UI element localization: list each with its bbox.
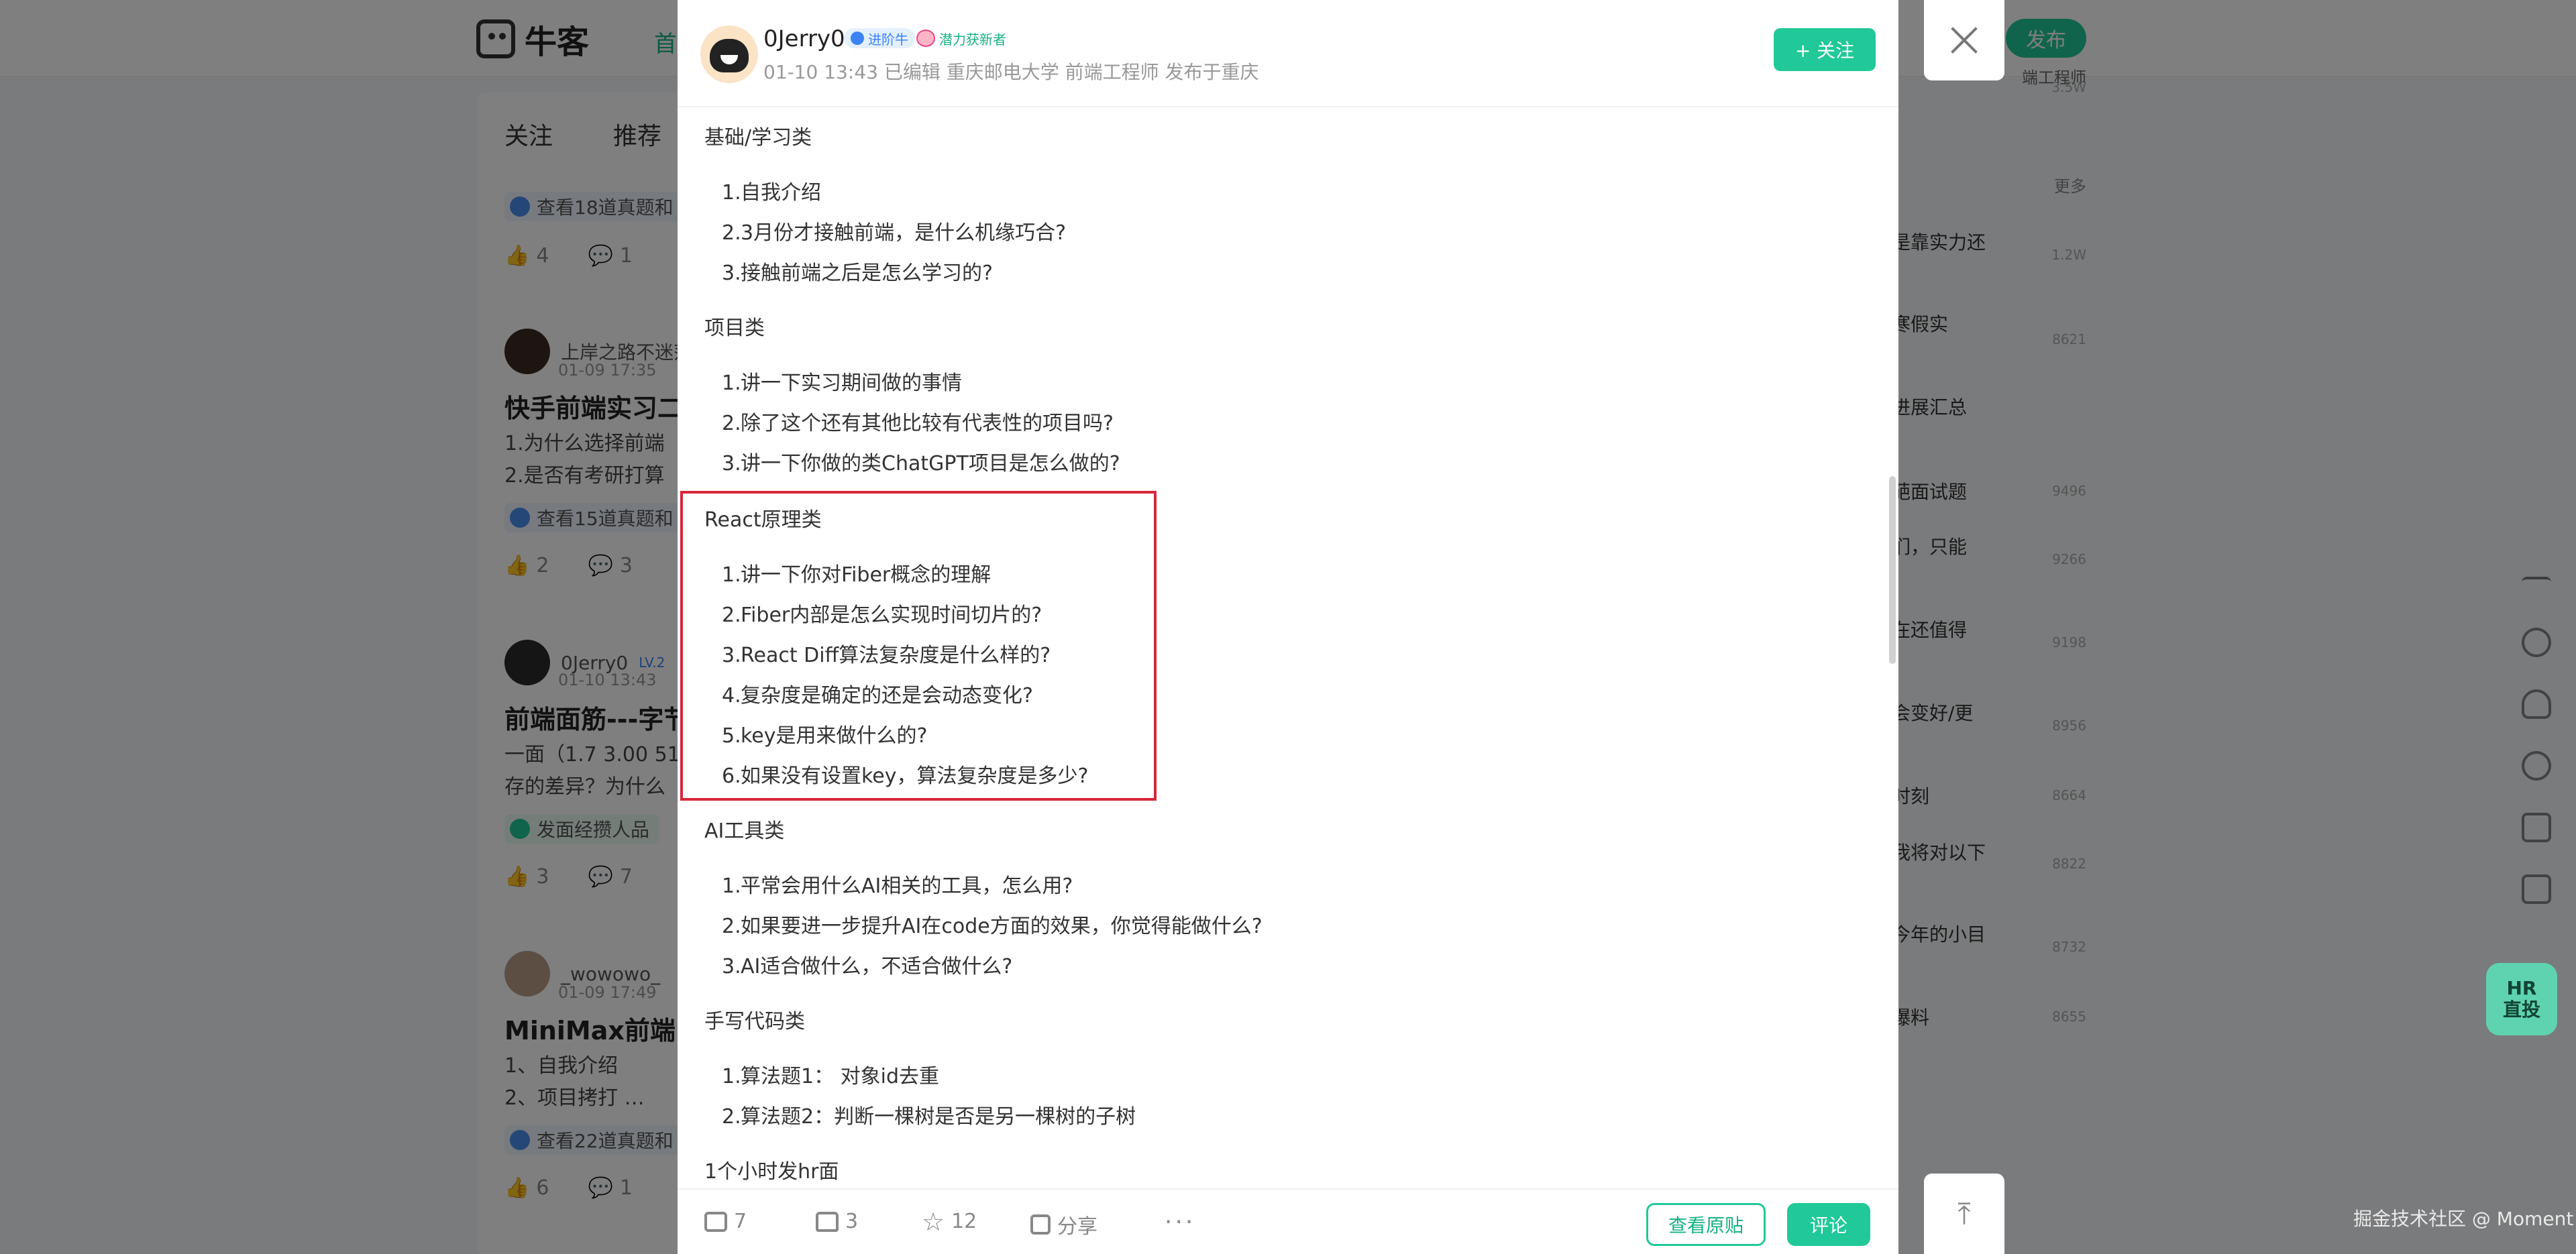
share-button[interactable]: 分享	[1030, 1210, 1097, 1239]
scroll-to-top-button[interactable]: ⤒	[1924, 1174, 2004, 1254]
floating-toolbar	[2513, 577, 2560, 904]
star-icon: ☆	[922, 1206, 945, 1237]
hr-direct-badge[interactable]: HR 直投	[2486, 963, 2557, 1035]
list-item: 1.平常会用什么AI相关的工具，怎么用?	[722, 874, 1073, 898]
share-icon	[1030, 1214, 1051, 1235]
list-item: 1.讲一下实习期间做的事情	[722, 372, 962, 395]
list-item: 2.算法题2：判断一棵树是否是另一棵树的子树	[722, 1105, 1136, 1129]
list-item: 3.React Diff算法复杂度是什么样的?	[722, 644, 1051, 667]
section-title: 项目类	[704, 317, 765, 340]
achievement-badge: 潜力获新者	[916, 28, 1006, 48]
list-item: 2.如果要进一步提升AI在code方面的效果，你觉得能做什么?	[722, 915, 1263, 938]
modal-header: 0Jerry0 进阶牛 潜力获新者 01-10 13:43 已编辑 重庆邮电大学…	[678, 0, 1898, 107]
author-avatar[interactable]	[700, 25, 758, 83]
achievement-label: 潜力获新者	[939, 31, 1006, 48]
feedback-icon[interactable]	[2522, 874, 2551, 904]
weibo-icon[interactable]	[2522, 628, 2551, 657]
close-modal-button[interactable]	[1924, 0, 2004, 80]
close-icon	[1951, 27, 1978, 54]
section-title: React原理类	[704, 508, 822, 532]
list-item: 6.如果没有设置key，算法复杂度是多少?	[722, 764, 1089, 788]
level-icon	[851, 32, 864, 45]
hr-badge-line: HR	[2506, 977, 2537, 999]
back-to-top-icon[interactable]	[2522, 577, 2551, 595]
list-item: 3.讲一下你做的类ChatGPT项目是怎么做的?	[722, 452, 1120, 475]
app-download-icon[interactable]	[2522, 813, 2551, 842]
star-count: 12	[951, 1210, 977, 1233]
hr-badge-line: 直投	[2502, 999, 2540, 1021]
like-count: 3	[845, 1210, 859, 1233]
author-name[interactable]: 0Jerry0	[763, 25, 845, 52]
watermark: 掘金技术社区 @ Moment	[2353, 1208, 2574, 1230]
follow-button[interactable]: + 关注	[1774, 28, 1876, 71]
pig-icon	[916, 30, 935, 47]
more-options-button[interactable]: ···	[1165, 1208, 1195, 1236]
thumb-up-icon	[816, 1211, 839, 1232]
list-item: 1.算法题1： 对象id去重	[722, 1065, 940, 1088]
list-item: 2.3月份才接触前端，是什么机缘巧合?	[722, 221, 1067, 245]
share-label: 分享	[1057, 1215, 1097, 1239]
like-button[interactable]: 3	[816, 1210, 858, 1233]
level-badge: 进阶牛	[844, 28, 915, 48]
list-item: 4.复杂度是确定的还是会动态变化?	[722, 684, 1033, 707]
list-item: 1.自我介绍	[722, 181, 821, 205]
modal-footer: 7 3 ☆ 12 分享 ··· 查看原贴 评论	[678, 1188, 1898, 1254]
star-button[interactable]: ☆ 12	[922, 1206, 977, 1237]
list-item: 3.AI适合做什么，不适合做什么?	[722, 955, 1013, 978]
comment-count-button[interactable]: 7	[704, 1210, 747, 1233]
content-scrollbar[interactable]	[1889, 476, 1896, 664]
wechat-icon[interactable]	[2522, 751, 2551, 781]
post-meta: 01-10 13:43 已编辑 重庆邮电大学 前端工程师 发布于重庆	[763, 61, 1259, 83]
list-item: 2.Fiber内部是怎么实现时间切片的?	[722, 604, 1042, 627]
level-badge-label: 进阶牛	[868, 31, 908, 48]
list-item: 1.讲一下你对Fiber概念的理解	[722, 563, 991, 587]
list-item: 3.接触前端之后是怎么学习的?	[722, 262, 993, 285]
section-title: 1个小时发hr面	[704, 1160, 839, 1184]
comment-icon	[704, 1211, 727, 1232]
list-item: 5.key是用来做什么的?	[722, 724, 928, 748]
comment-button[interactable]: 评论	[1787, 1203, 1870, 1246]
post-detail-modal: 0Jerry0 进阶牛 潜力获新者 01-10 13:43 已编辑 重庆邮电大学…	[678, 0, 1898, 1254]
section-title: AI工具类	[704, 819, 785, 843]
list-item: 2.除了这个还有其他比较有代表性的项目吗?	[722, 412, 1114, 435]
section-title: 手写代码类	[704, 1010, 805, 1033]
post-content: 基础/学习类 1.自我介绍 2.3月份才接触前端，是什么机缘巧合? 3.接触前端…	[678, 107, 1898, 1188]
section-title: 基础/学习类	[704, 126, 812, 150]
qq-icon[interactable]	[2522, 689, 2551, 719]
arrow-up-icon: ⤒	[1957, 1196, 1971, 1231]
comment-count: 7	[734, 1210, 747, 1233]
view-original-button[interactable]: 查看原贴	[1646, 1203, 1766, 1246]
